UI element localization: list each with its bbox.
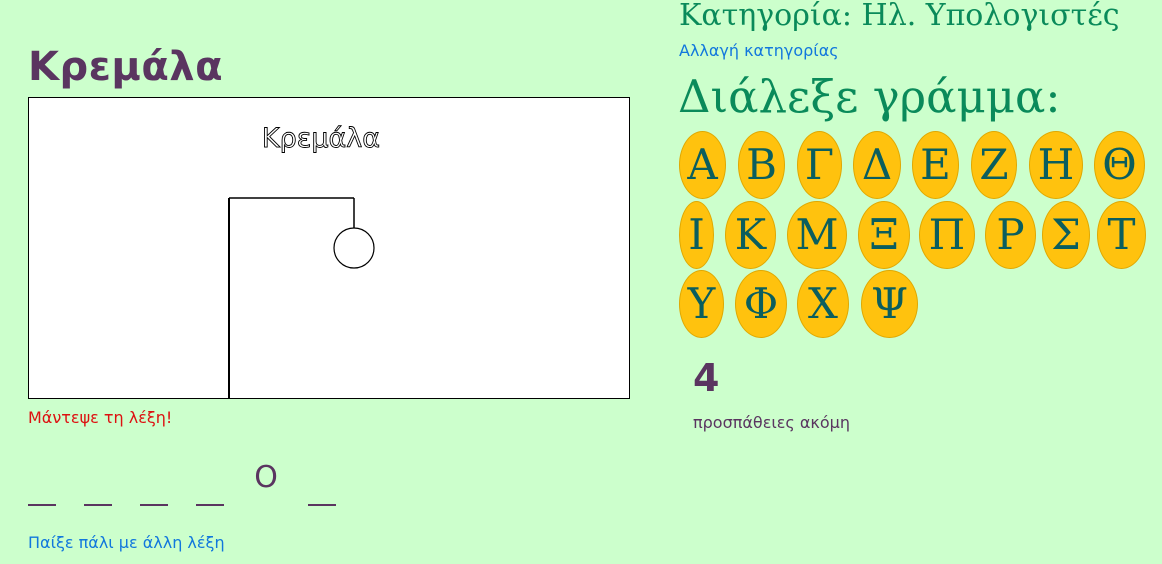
page-title: Κρεμάλα (28, 44, 224, 90)
slot-letter: Ο (254, 460, 278, 495)
letter-slot (84, 460, 112, 506)
slot-underline (308, 504, 336, 506)
letter-button[interactable]: Ι (679, 201, 714, 269)
letter-slot (28, 460, 56, 506)
slot-underline (196, 504, 224, 506)
letter-button[interactable]: Υ (679, 270, 724, 338)
play-again-link[interactable]: Παίξε πάλι με άλλη λέξη (28, 533, 225, 552)
letter-button[interactable]: Ρ (985, 201, 1036, 269)
category-label: Κατηγορία: Ηλ. Υπολογιστές (679, 0, 1120, 33)
letter-button[interactable]: Ψ (861, 270, 918, 338)
change-category-link[interactable]: Αλλαγή κατηγορίας (679, 41, 839, 60)
letter-slot (196, 460, 224, 506)
slot-underline (28, 504, 56, 506)
letter-button[interactable]: Μ (787, 201, 847, 269)
letter-button[interactable]: Α (679, 131, 726, 199)
letter-button[interactable]: Κ (725, 201, 776, 269)
tries-remaining-count: 4 (693, 356, 720, 400)
letter-button[interactable]: Ε (912, 131, 959, 199)
letter-button[interactable]: Β (738, 131, 785, 199)
letter-button[interactable]: Τ (1097, 201, 1146, 269)
letter-button[interactable]: Σ (1042, 201, 1090, 269)
pick-letter-label: Διάλεξε γράμμα: (678, 70, 1061, 123)
letter-slot (308, 460, 336, 506)
letter-button[interactable]: Χ (797, 270, 849, 338)
hangman-drawing: Κρεμάλα (228, 123, 381, 398)
letter-button[interactable]: Η (1029, 131, 1083, 199)
letter-slot: Ο (252, 460, 280, 506)
letter-slot (140, 460, 168, 506)
letter-button[interactable]: Φ (735, 270, 787, 338)
letter-button[interactable]: Θ (1094, 131, 1145, 199)
letter-button[interactable]: Γ (797, 131, 842, 199)
slot-underline (84, 504, 112, 506)
letter-button[interactable]: Ζ (971, 131, 1017, 199)
tries-remaining-label: προσπάθειες ακόμη (693, 413, 850, 432)
guess-message: Μάντεψε τη λέξη! (28, 408, 173, 427)
canvas-title: Κρεμάλα (262, 123, 380, 154)
letter-button[interactable]: Ξ (858, 201, 910, 269)
hangman-canvas: Κρεμάλα (28, 97, 630, 399)
hangman-head (333, 227, 375, 269)
letter-button[interactable]: Π (919, 201, 975, 269)
letter-button[interactable]: Δ (853, 131, 901, 199)
slot-underline (140, 504, 168, 506)
